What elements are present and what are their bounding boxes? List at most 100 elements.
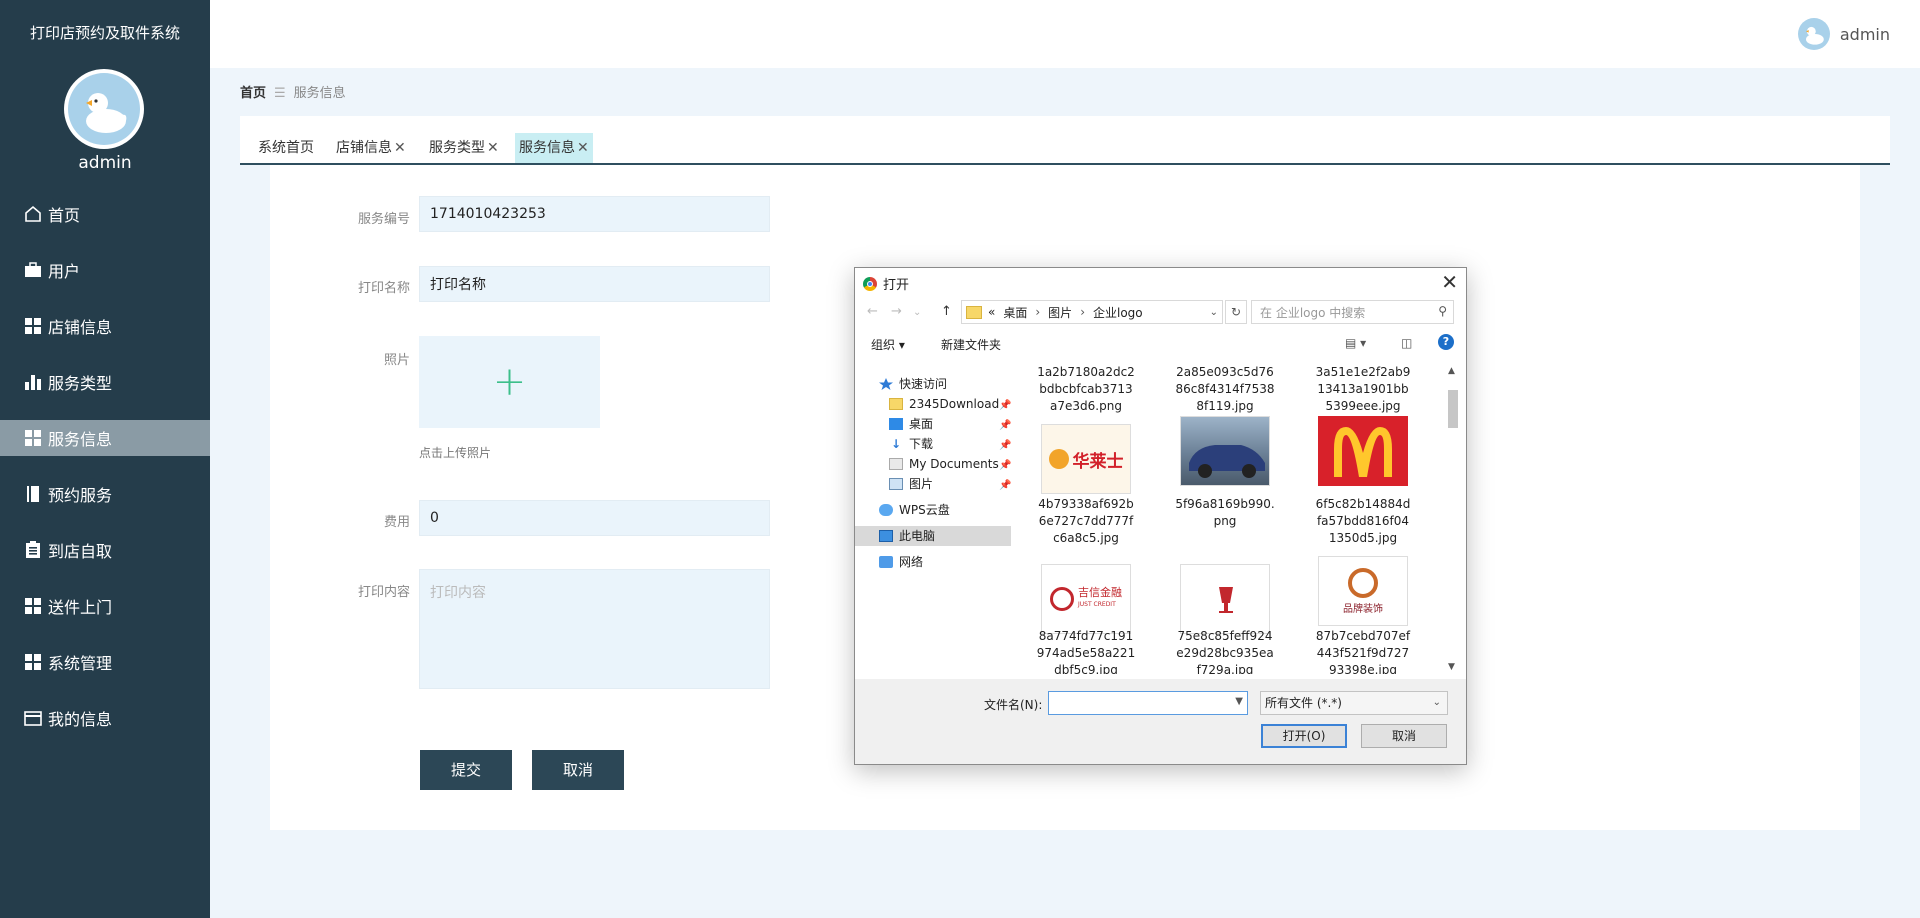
- sidebar-item-service-type[interactable]: 服务类型: [0, 364, 210, 400]
- file-thumbnail[interactable]: 华莱士: [1041, 424, 1131, 494]
- file-item[interactable]: 87b7cebd707ef 443f521f9d727 93398e.jpg: [1298, 628, 1428, 674]
- file-item[interactable]: 1a2b7180a2dc2 bdbcbfcab3713 a7e3d6.png: [1021, 364, 1151, 415]
- path-segment[interactable]: 图片: [1048, 304, 1072, 321]
- open-button[interactable]: 打开(O): [1261, 724, 1347, 748]
- file-thumbnail[interactable]: 品牌装饰: [1318, 556, 1408, 626]
- address-bar[interactable]: « 桌面 › 图片 › 企业logo ⌄: [961, 300, 1223, 324]
- avatar[interactable]: [64, 69, 144, 149]
- help-icon[interactable]: ?: [1438, 334, 1454, 350]
- up-icon[interactable]: ↑: [941, 304, 952, 319]
- sidebar-item-service-info[interactable]: 服务信息: [0, 420, 210, 456]
- fee-label: 费用: [383, 515, 410, 530]
- dialog-cancel-button[interactable]: 取消: [1361, 724, 1447, 748]
- close-icon[interactable]: ✕: [1441, 270, 1458, 294]
- scrollbar-thumb[interactable]: [1448, 390, 1458, 428]
- nav-item-pictures[interactable]: 图片: [889, 474, 933, 494]
- tab-shop-info[interactable]: 店铺信息 ✕: [332, 133, 410, 163]
- vertical-scrollbar[interactable]: ▲ ▼: [1445, 364, 1460, 674]
- chevron-down-icon[interactable]: ▼: [1448, 662, 1455, 672]
- content-label: 打印内容: [357, 585, 410, 600]
- user-menu[interactable]: admin: [1797, 18, 1890, 50]
- file-item[interactable]: 3a51e1e2f2ab9 13413a1901bb 5399eee.jpg: [1298, 364, 1428, 415]
- sidebar-item-label: 服务类型: [48, 374, 113, 393]
- header-username: admin: [1839, 24, 1890, 44]
- service-no-input[interactable]: 1714010423253: [419, 196, 770, 232]
- tab-system-home[interactable]: 系统首页: [254, 133, 318, 163]
- chevron-right-icon: ›: [1035, 305, 1041, 319]
- path-segment[interactable]: 企业logo: [1093, 304, 1143, 321]
- nav-quick-access[interactable]: 快速访问: [879, 374, 947, 394]
- thumb-text: 品牌装饰: [1343, 603, 1383, 615]
- filename-input[interactable]: ▼: [1048, 691, 1248, 715]
- breadcrumb-home[interactable]: 首页: [240, 86, 266, 101]
- new-folder-button[interactable]: 新建文件夹: [941, 336, 1001, 353]
- nav-this-pc[interactable]: 此电脑: [855, 526, 1011, 546]
- file-thumbnail[interactable]: [1318, 416, 1408, 486]
- refresh-icon[interactable]: ↻: [1225, 300, 1247, 324]
- content-textarea[interactable]: 打印内容: [419, 569, 770, 689]
- sidebar-item-delivery[interactable]: 送件上门: [0, 588, 210, 624]
- forward-icon[interactable]: →: [891, 304, 902, 319]
- logo-icon: [1048, 449, 1069, 469]
- briefcase-icon: [25, 262, 41, 277]
- file-name-line: e29d28bc935ea: [1176, 646, 1274, 660]
- file-item[interactable]: 5f96a8169b990. png: [1160, 496, 1290, 530]
- file-item[interactable]: 8a774fd77c191 974ad5e58a221 dbf5c9.jpg: [1021, 628, 1151, 674]
- nav-label: 下载: [909, 437, 934, 451]
- tab-service-type[interactable]: 服务类型 ✕: [425, 133, 503, 163]
- chevron-up-icon[interactable]: ▲: [1448, 366, 1455, 376]
- file-thumbnail[interactable]: 吉信金融 JUST CREDIT: [1041, 564, 1131, 634]
- path-segment[interactable]: 桌面: [1003, 304, 1027, 321]
- nav-label: WPS云盘: [899, 503, 950, 517]
- sidebar-item-pickup[interactable]: 到店自取: [0, 532, 210, 568]
- folder-icon: [889, 398, 903, 410]
- nav-item-2345download[interactable]: 2345Download: [889, 394, 999, 414]
- organize-button[interactable]: 组织 ▾: [871, 336, 905, 353]
- nav-network[interactable]: 网络: [879, 552, 923, 572]
- filetype-select[interactable]: 所有文件 (*.*) ⌄: [1260, 691, 1448, 715]
- print-name-input[interactable]: 打印名称: [419, 266, 770, 302]
- desktop-icon: [889, 418, 903, 430]
- close-icon[interactable]: ✕: [577, 140, 589, 156]
- bar-chart-icon: [25, 375, 41, 390]
- file-item[interactable]: 4b79338af692b 6e727c7dd777f c6a8c5.jpg: [1021, 496, 1151, 547]
- close-icon[interactable]: ✕: [487, 140, 499, 156]
- file-item[interactable]: 6f5c82b14884d fa57bdd816f04 1350d5.jpg: [1298, 496, 1428, 547]
- cancel-button[interactable]: 取消: [532, 750, 624, 790]
- submit-button[interactable]: 提交: [420, 750, 512, 790]
- tab-service-info[interactable]: 服务信息 ✕: [515, 133, 593, 163]
- chevron-down-icon[interactable]: ▼: [1235, 696, 1243, 707]
- file-thumbnail[interactable]: [1180, 564, 1270, 634]
- file-item[interactable]: 75e8c85feff924 e29d28bc935ea f729a.jpg: [1160, 628, 1290, 674]
- sidebar-item-system[interactable]: 系统管理: [0, 644, 210, 680]
- file-item[interactable]: 2a85e093c5d76 86c8f4314f7538 8f119.jpg: [1160, 364, 1290, 415]
- path-segment: «: [988, 305, 996, 319]
- file-thumbnail[interactable]: [1180, 416, 1270, 486]
- nav-label: 2345Download: [909, 397, 1000, 411]
- sidebar-item-home[interactable]: 首页: [0, 196, 210, 232]
- fee-input[interactable]: 0: [419, 500, 770, 536]
- nav-wps-cloud[interactable]: WPS云盘: [879, 500, 950, 520]
- dialog-footer: 文件名(N): ▼ 所有文件 (*.*) ⌄ 打开(O) 取消: [855, 679, 1466, 764]
- sidebar-item-users[interactable]: 用户: [0, 252, 210, 288]
- close-icon[interactable]: ✕: [394, 140, 406, 156]
- sidebar-item-my-info[interactable]: 我的信息: [0, 700, 210, 736]
- chevron-down-icon[interactable]: ⌄: [1210, 307, 1218, 318]
- nav-item-desktop[interactable]: 桌面: [889, 414, 933, 434]
- nav-item-my-documents[interactable]: My Documents: [889, 454, 999, 474]
- chevron-down-icon[interactable]: ⌄: [913, 307, 921, 318]
- photo-upload[interactable]: +: [419, 336, 600, 428]
- dialog-title: 打开: [883, 278, 910, 293]
- pin-icon: 📌: [999, 400, 1012, 411]
- preview-pane-icon[interactable]: ◫: [1401, 336, 1412, 350]
- pin-icon: 📌: [999, 440, 1012, 451]
- file-name-line: 8f119.jpg: [1196, 399, 1254, 413]
- sidebar-item-booking[interactable]: 预约服务: [0, 476, 210, 512]
- breadcrumb: 首页 ☰ 服务信息: [240, 82, 346, 101]
- sidebar-item-shop-info[interactable]: 店铺信息: [0, 308, 210, 344]
- search-input[interactable]: 在 企业logo 中搜索 ⚲: [1251, 300, 1454, 324]
- view-menu-icon[interactable]: ▤ ▾: [1345, 336, 1366, 350]
- grid-icon: [25, 318, 41, 334]
- nav-item-downloads[interactable]: ↓ 下载: [889, 434, 933, 454]
- back-icon[interactable]: ←: [867, 304, 878, 319]
